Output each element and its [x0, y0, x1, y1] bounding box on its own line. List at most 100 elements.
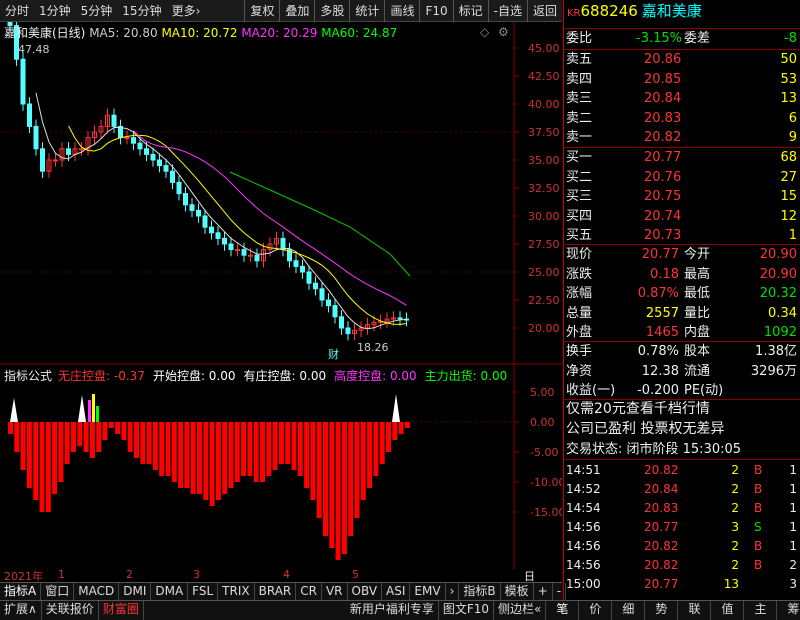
buy-level-3[interactable]: 买四 20.74 12	[564, 207, 800, 226]
candle-body	[163, 165, 169, 172]
toolbar-btn-7[interactable]: -自选	[487, 0, 527, 22]
ind-bar	[335, 422, 341, 560]
indicator-tab-12[interactable]: EMV	[410, 583, 446, 600]
sell-level-3[interactable]: 卖二 20.83 6	[564, 109, 800, 128]
ind-bar	[121, 422, 127, 440]
indicator-tab-2[interactable]: MACD	[74, 583, 120, 600]
indicator-tab-1[interactable]: 窗口	[41, 583, 75, 600]
ind-bar	[26, 422, 32, 488]
ind-bar	[392, 422, 398, 440]
stat-row-4: 外盘 1465 内盘 1092	[566, 325, 797, 340]
date-label: 1	[58, 568, 65, 581]
ind-formula-name[interactable]: 指标公式	[4, 369, 52, 383]
indicator-tab-4[interactable]: DMA	[151, 583, 189, 600]
stat-row-3: 总量 2557 量比 0.34	[566, 305, 797, 321]
bottom-tab-5[interactable]: 侧边栏«	[494, 601, 547, 620]
indicator-tab-6[interactable]: TRIX	[218, 583, 255, 600]
indicator-tab-9[interactable]: VR	[322, 583, 348, 600]
toolbar-btn-1[interactable]: 叠加	[279, 0, 314, 22]
promo-link[interactable]: 仅需20元查看千档行情	[564, 400, 800, 419]
stat-row-2: 涨幅 0.87% 最低 20.32	[566, 286, 797, 301]
toolbar-btn-3[interactable]: 统计	[349, 0, 384, 22]
ind-bar	[190, 422, 196, 494]
toolbar-btn-8[interactable]: 返回	[526, 0, 562, 22]
ind-spike	[392, 394, 400, 422]
buy-level-4[interactable]: 买五 20.73 1	[564, 226, 800, 245]
side-tab-5[interactable]: 值	[711, 601, 745, 620]
kline-chart[interactable]: 45.00 42.50 40.00 37.50 35.00 32.50 30.00 27.50…	[0, 22, 562, 570]
indicator-tab-7[interactable]: BRAR	[255, 583, 297, 600]
candle-body	[144, 148, 149, 155]
price-tick-label: 35.00	[528, 154, 560, 167]
indicator-tab-15[interactable]: 模板	[501, 583, 534, 600]
ind-tick-label: 0.00	[530, 416, 555, 429]
ind-spike	[10, 398, 18, 422]
candle-body	[79, 148, 84, 151]
ind-bar	[127, 422, 133, 452]
toolbar-btn-5[interactable]: F10	[419, 0, 452, 22]
toolbar-period-1[interactable]: 1分钟	[34, 0, 76, 22]
toolbar-btn-6[interactable]: 标记	[452, 0, 488, 22]
bottom-tab-3[interactable]: 新用户福利专享	[346, 601, 439, 620]
sell-level-1[interactable]: 卖四 20.85 53	[564, 70, 800, 89]
buy-level-2[interactable]: 买三 20.75 15	[564, 187, 800, 206]
side-tab-6[interactable]: 主	[744, 601, 778, 620]
side-tab-1[interactable]: 价	[579, 601, 613, 620]
sell-level-2[interactable]: 卖三 20.84 13	[564, 89, 800, 108]
ma10-value: MA10: 20.72	[161, 26, 238, 40]
side-tab-7[interactable]: 筹	[777, 601, 800, 620]
indicator-tab-0[interactable]: 指标A	[0, 583, 42, 600]
tick-row: 14:54 20.83 2 B 1	[566, 501, 797, 515]
ind-bar	[285, 422, 291, 464]
sell-level-0[interactable]: 卖五 20.86 50	[564, 50, 800, 69]
toolbar-btn-4[interactable]: 画线	[384, 0, 419, 22]
ind-bar	[64, 422, 70, 464]
indicator-tab-3[interactable]: DMI	[119, 583, 152, 600]
indicator-tab-11[interactable]: ASI	[382, 583, 411, 600]
info-row-1: 净资 12.38 流通 3296万	[566, 363, 797, 379]
candle-body	[53, 159, 58, 162]
side-tab-4[interactable]: 联	[678, 601, 712, 620]
ind-bar	[291, 422, 297, 470]
bottom-tab-1[interactable]: 关联报价	[42, 601, 99, 620]
price-tick-label: 30.00	[528, 210, 560, 223]
company-info: 公司已盈利 投票权无差异	[566, 421, 725, 437]
side-tab-3[interactable]: 势	[645, 601, 679, 620]
candle-body	[183, 193, 188, 206]
side-tab-0[interactable]: 笔	[546, 601, 580, 620]
ind-bar	[152, 422, 158, 470]
candle-body	[131, 137, 136, 144]
ind-bar	[404, 422, 410, 428]
indicator-tab-14[interactable]: 指标B	[459, 583, 501, 600]
sell-level-4[interactable]: 卖一 20.82 9	[564, 128, 800, 147]
buy-level-1[interactable]: 买二 20.76 27	[564, 168, 800, 187]
candle-body	[20, 58, 26, 105]
ind-bar	[102, 422, 108, 440]
toolbar-period-4[interactable]: 更多›	[167, 0, 206, 22]
indicator-tab-10[interactable]: OBV	[348, 583, 383, 600]
buy-level-0[interactable]: 买一 20.77 68	[564, 148, 800, 167]
bottom-tab-4[interactable]: 图文F10	[439, 601, 495, 620]
toolbar-period-3[interactable]: 15分钟	[117, 0, 166, 22]
toolbar-period-0[interactable]: 分时	[0, 0, 34, 22]
ind-bar	[83, 422, 89, 452]
indicator-tab-13[interactable]: ›	[446, 583, 460, 600]
candle-body	[319, 288, 325, 301]
toolbar-period-2[interactable]: 5分钟	[76, 0, 118, 22]
ind-bar	[234, 422, 240, 482]
side-tab-2[interactable]: 细	[612, 601, 646, 620]
ind-bar	[159, 422, 165, 476]
bottom-tab-2[interactable]: 财富圈	[99, 601, 144, 620]
indicator-tab-16[interactable]: +	[534, 583, 553, 600]
toolbar-btn-0[interactable]: 复权	[244, 0, 279, 22]
ind-bar	[115, 422, 121, 434]
candle-body	[157, 159, 162, 167]
ind-bar	[39, 422, 45, 512]
ind-bar	[323, 422, 328, 536]
bottom-tab-0[interactable]: 扩展∧	[0, 601, 42, 620]
candle-body	[222, 237, 227, 245]
indicator-tab-5[interactable]: FSL	[188, 583, 219, 600]
toolbar-btn-2[interactable]: 多股	[314, 0, 349, 22]
candle-body	[228, 243, 234, 251]
indicator-tab-8[interactable]: CR	[296, 583, 322, 600]
